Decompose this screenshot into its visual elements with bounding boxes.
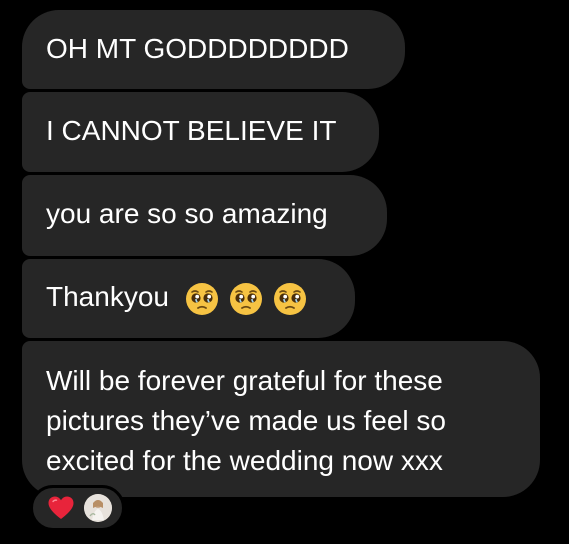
heart-icon xyxy=(48,496,74,519)
message-bubble[interactable]: I CANNOT BELIEVE IT xyxy=(22,92,379,172)
pleading-face-icon xyxy=(185,282,218,315)
message-bubble[interactable]: Thankyou xyxy=(22,259,355,338)
message-bubble[interactable]: OH MT GODDDDDDDD xyxy=(22,10,405,89)
message-text-line: excited for the wedding now xxx xyxy=(46,445,443,476)
avatar xyxy=(84,494,112,522)
message-bubble[interactable]: you are so so amazing xyxy=(22,175,387,256)
message-text-line: Will be forever grateful for these xyxy=(46,365,443,396)
reaction-pill[interactable] xyxy=(30,485,125,531)
message-text: I CANNOT BELIEVE IT xyxy=(46,115,337,146)
pleading-face-icon xyxy=(273,282,306,315)
message-text: you are so so amazing xyxy=(46,198,328,229)
message-text: OH MT GODDDDDDDD xyxy=(46,33,349,64)
message-text: Thankyou xyxy=(46,281,169,312)
pleading-face-icon xyxy=(229,282,262,315)
emoji-group xyxy=(185,282,307,316)
message-bubble[interactable]: Will be forever grateful for these pictu… xyxy=(22,341,540,497)
message-text-line: pictures they’ve made us feel so xyxy=(46,405,446,436)
